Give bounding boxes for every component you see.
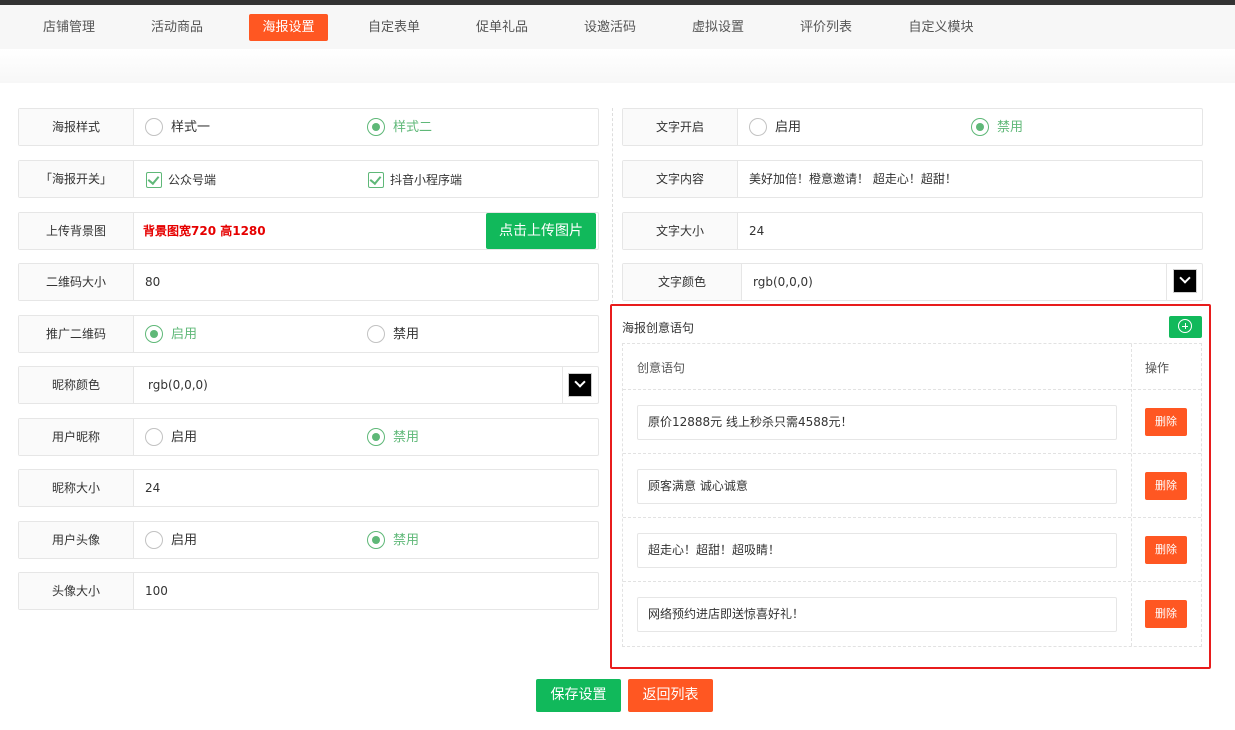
color-separator: [1166, 264, 1167, 300]
tab-bar: 店铺管理 活动商品 海报设置 自定表单 促单礼品 设邀活码 虚拟设置 评价列表 …: [0, 5, 1235, 49]
tab-custom-module[interactable]: 自定义模块: [896, 14, 986, 41]
row-poster-switch: 「海报开关」 公众号端 抖音小程序端: [18, 160, 599, 198]
table-row: 原价12888元 线上秒杀只需4588元！ 删除: [623, 390, 1201, 454]
radio-promo-qr-disable[interactable]: 禁用: [367, 325, 419, 345]
tab-activity-goods[interactable]: 活动商品: [133, 14, 221, 41]
phrase-input[interactable]: 顾客满意 诚心诚意: [637, 469, 1117, 504]
row-avatar-size: 头像大小 100: [18, 572, 599, 610]
label-poster-style: 海报样式: [19, 109, 134, 145]
label-text-color: 文字颜色: [623, 264, 742, 300]
radio-user-avatar-enable[interactable]: 启用: [145, 531, 197, 551]
tab-store-management[interactable]: 店铺管理: [25, 14, 113, 41]
radio-user-avatar-disable[interactable]: 禁用: [367, 531, 419, 551]
qr-size-input[interactable]: 80: [145, 264, 160, 300]
row-text-enable: 文字开启 启用 禁用: [622, 108, 1203, 146]
back-to-list-button[interactable]: 返回列表: [628, 679, 713, 712]
label-text-size: 文字大小: [623, 213, 738, 249]
table-row: 超走心！超甜！超吸睛！ 删除: [623, 518, 1201, 582]
row-nick-size: 昵称大小 24: [18, 469, 599, 507]
label-user-nick: 用户昵称: [19, 419, 134, 455]
label-avatar-size: 头像大小: [19, 573, 134, 609]
chevron-down-icon: [574, 376, 586, 388]
label-text-enable: 文字开启: [623, 109, 738, 145]
label-text-content: 文字内容: [623, 161, 738, 197]
text-color-picker[interactable]: [1173, 269, 1197, 293]
upload-image-button[interactable]: 点击上传图片: [486, 213, 596, 249]
text-size-input[interactable]: 24: [749, 213, 764, 249]
add-phrase-button[interactable]: [1169, 316, 1202, 338]
delete-button[interactable]: 删除: [1145, 536, 1187, 564]
phrases-table: 创意语句 操作 原价12888元 线上秒杀只需4588元！ 删除 顾客满意 诚心…: [622, 343, 1202, 647]
radio-text-disable[interactable]: 禁用: [971, 118, 1023, 138]
header-action: 操作: [1145, 361, 1170, 375]
plus-circle-icon: [1178, 319, 1192, 333]
radio-text-enable[interactable]: 启用: [749, 118, 801, 138]
delete-button[interactable]: 删除: [1145, 600, 1187, 628]
color-separator: [562, 367, 563, 403]
header-strip: [0, 49, 1235, 83]
text-color-input[interactable]: rgb(0,0,0): [753, 264, 813, 300]
tab-poster-settings[interactable]: 海报设置: [249, 14, 328, 41]
row-user-avatar: 用户头像 启用 禁用: [18, 521, 599, 559]
row-poster-style: 海报样式 样式一 样式二: [18, 108, 599, 146]
phrase-input[interactable]: 网络预约进店即送惊喜好礼！: [637, 597, 1117, 632]
checkbox-douyin-miniprogram[interactable]: 抖音小程序端: [368, 171, 462, 189]
label-nick-color: 昵称颜色: [19, 367, 134, 403]
header-phrase: 创意语句: [637, 361, 686, 375]
nick-color-picker[interactable]: [568, 373, 592, 397]
label-qr-size: 二维码大小: [19, 264, 134, 300]
tab-invite-code[interactable]: 设邀活码: [566, 14, 654, 41]
label-promo-qr: 推广二维码: [19, 316, 134, 352]
chevron-down-icon: [1179, 272, 1191, 284]
avatar-size-input[interactable]: 100: [145, 573, 168, 609]
row-nick-color: 昵称颜色 rgb(0,0,0): [18, 366, 599, 404]
creative-phrases-panel: 海报创意语句 创意语句 操作 原价12888元 线上秒杀只需4588元！ 删除 …: [610, 304, 1211, 669]
row-text-content: 文字内容 美好加倍！橙意邀请！ 超走心！超甜！: [622, 160, 1203, 198]
text-content-input[interactable]: 美好加倍！橙意邀请！ 超走心！超甜！: [749, 161, 957, 197]
delete-button[interactable]: 删除: [1145, 472, 1187, 500]
row-promo-qr: 推广二维码 启用 禁用: [18, 315, 599, 353]
tab-virtual-settings[interactable]: 虚拟设置: [674, 14, 762, 41]
row-text-color: 文字颜色 rgb(0,0,0): [622, 263, 1203, 301]
delete-button[interactable]: 删除: [1145, 408, 1187, 436]
upload-size-hint: 背景图宽720 高1280: [143, 224, 266, 238]
radio-style-two[interactable]: 样式二: [367, 118, 432, 138]
radio-style-one[interactable]: 样式一: [145, 118, 210, 138]
tab-gift[interactable]: 促单礼品: [458, 14, 546, 41]
radio-promo-qr-enable[interactable]: 启用: [145, 325, 197, 345]
nick-size-input[interactable]: 24: [145, 470, 160, 506]
row-user-nick: 用户昵称 启用 禁用: [18, 418, 599, 456]
tab-custom-form[interactable]: 自定表单: [350, 14, 438, 41]
table-row: 网络预约进店即送惊喜好礼！ 删除: [623, 582, 1201, 646]
radio-user-nick-enable[interactable]: 启用: [145, 428, 197, 448]
table-header: 创意语句 操作: [623, 344, 1201, 390]
label-upload-bg: 上传背景图: [19, 213, 134, 249]
row-text-size: 文字大小 24: [622, 212, 1203, 250]
panel-title: 海报创意语句: [622, 321, 695, 335]
phrase-input[interactable]: 原价12888元 线上秒杀只需4588元！: [637, 405, 1117, 440]
label-nick-size: 昵称大小: [19, 470, 134, 506]
row-qr-size: 二维码大小 80: [18, 263, 599, 301]
label-user-avatar: 用户头像: [19, 522, 134, 558]
column-divider: [612, 108, 613, 308]
save-settings-button[interactable]: 保存设置: [536, 679, 621, 712]
tab-review-list[interactable]: 评价列表: [782, 14, 870, 41]
table-row: 顾客满意 诚心诚意 删除: [623, 454, 1201, 518]
label-poster-switch: 「海报开关」: [19, 161, 134, 197]
checkbox-official-account[interactable]: 公众号端: [146, 171, 216, 189]
phrase-input[interactable]: 超走心！超甜！超吸睛！: [637, 533, 1117, 568]
radio-user-nick-disable[interactable]: 禁用: [367, 428, 419, 448]
nick-color-input[interactable]: rgb(0,0,0): [148, 367, 208, 403]
row-upload-bg: 上传背景图 背景图宽720 高1280 点击上传图片: [18, 212, 599, 250]
